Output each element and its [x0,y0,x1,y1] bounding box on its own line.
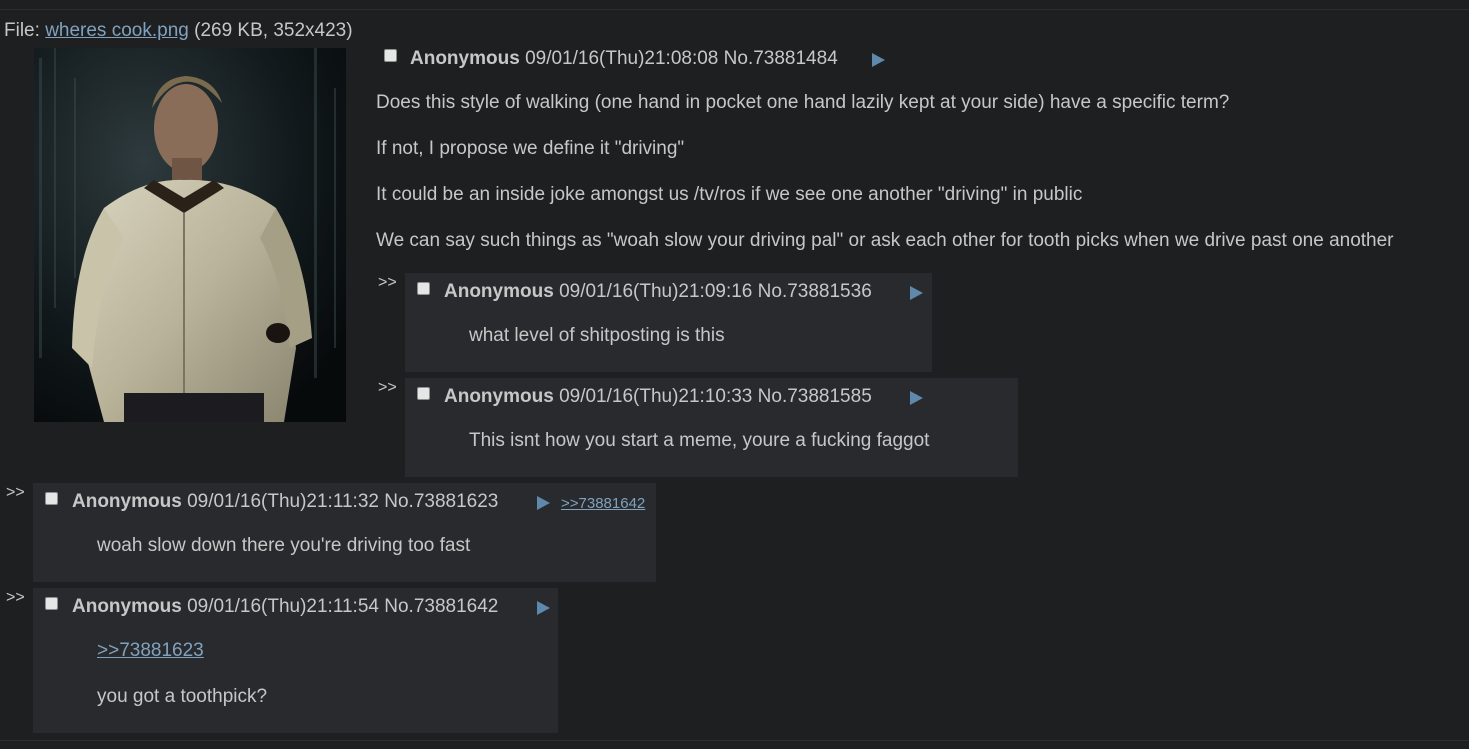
post-number[interactable]: No.73881623 [384,491,498,512]
reply-text: you got a toothpick? [97,686,268,707]
backlink[interactable]: >>73881642 [561,495,645,512]
reply-post-info: Anonymous 09/01/16(Thu)21:10:33 No.73881… [444,386,872,408]
post-datetime: 09/01/16(Thu)21:11:32 [187,491,379,512]
reply-select-checkbox[interactable] [417,387,430,400]
post-menu-arrow-icon[interactable] [910,391,923,405]
op-line-4: We can say such things as "woah slow you… [376,230,1394,251]
file-meta: (269 KB, 352x423) [188,20,353,41]
op-line-2: If not, I propose we define it "driving" [376,138,685,159]
op-select-checkbox[interactable] [384,49,397,62]
thumbnail-image [34,48,346,422]
poster-name: Anonymous [410,48,520,69]
reply-post-info: Anonymous 09/01/16(Thu)21:11:32 No.73881… [72,491,498,513]
op-line-1: Does this style of walking (one hand in … [376,92,1230,113]
post-datetime: 09/01/16(Thu)21:09:16 [559,281,753,302]
poster-name: Anonymous [444,281,554,302]
post-datetime: 09/01/16(Thu)21:10:33 [559,386,753,407]
bottom-divider [0,740,1469,741]
post-number[interactable]: No.73881585 [758,386,872,407]
poster-name: Anonymous [72,596,182,617]
reply-post-info: Anonymous 09/01/16(Thu)21:09:16 No.73881… [444,281,872,303]
post-number[interactable]: No.73881484 [724,48,838,69]
reply-arrows: >> [378,274,397,291]
top-divider [0,9,1469,10]
post-menu-arrow-icon[interactable] [872,53,885,67]
post-menu-arrow-icon[interactable] [537,601,550,615]
reply-arrows: >> [6,484,25,501]
op-post-info: Anonymous 09/01/16(Thu)21:08:08 No.73881… [410,48,838,70]
file-link[interactable]: wheres cook.png [45,20,189,41]
poster-name: Anonymous [72,491,182,512]
post-datetime: 09/01/16(Thu)21:11:54 [187,596,379,617]
reply-arrows: >> [6,589,25,606]
op-thumbnail[interactable] [34,48,346,422]
post-menu-arrow-icon[interactable] [910,286,923,300]
reply-select-checkbox[interactable] [45,597,58,610]
post-number[interactable]: No.73881536 [758,281,872,302]
reply-select-checkbox[interactable] [45,492,58,505]
post-datetime: 09/01/16(Thu)21:08:08 [525,48,719,69]
reply-text: woah slow down there you're driving too … [97,535,471,556]
reply-text: This isnt how you start a meme, youre a … [469,430,930,451]
reply-post-info: Anonymous 09/01/16(Thu)21:11:54 No.73881… [72,596,498,618]
file-prefix: File: [4,20,46,41]
reply-arrows: >> [378,379,397,396]
quote-link[interactable]: >>73881623 [97,640,204,662]
reply-select-checkbox[interactable] [417,282,430,295]
poster-name: Anonymous [444,386,554,407]
op-line-3: It could be an inside joke amongst us /t… [376,184,1083,205]
post-menu-arrow-icon[interactable] [537,496,550,510]
file-info: File: wheres cook.png (269 KB, 352x423) [4,20,353,42]
reply-text: what level of shitposting is this [469,325,725,346]
post-number[interactable]: No.73881642 [384,596,498,617]
